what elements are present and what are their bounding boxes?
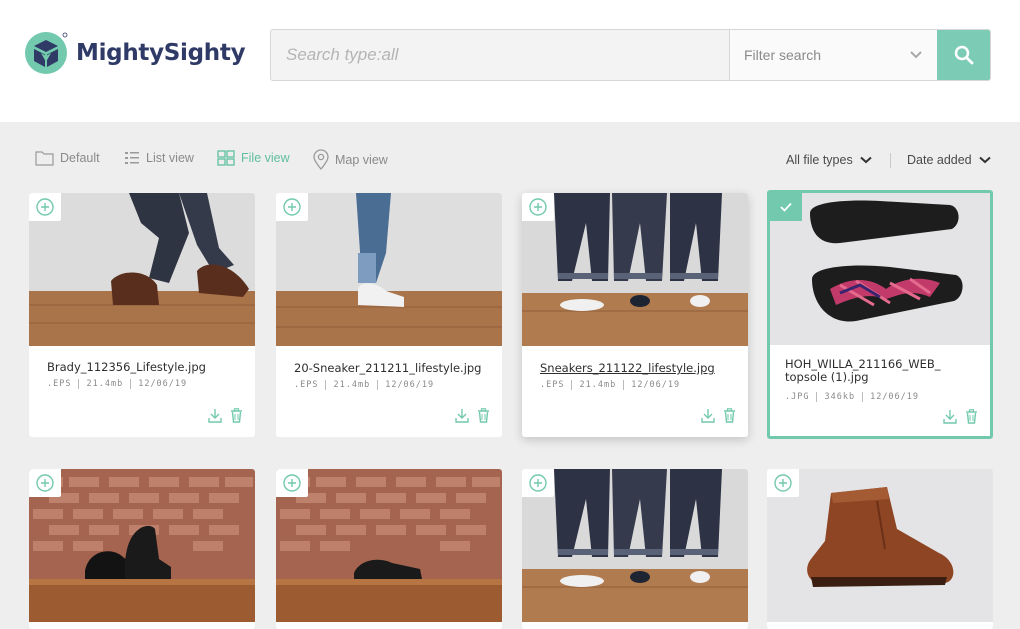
file-size: 21.4mb xyxy=(579,380,617,390)
file-card[interactable] xyxy=(767,469,993,629)
file-thumbnail[interactable] xyxy=(29,193,255,346)
search-button[interactable] xyxy=(937,30,990,80)
toolbar-divider xyxy=(890,153,891,168)
plus-circle-icon xyxy=(36,474,54,492)
add-to-selection-button[interactable] xyxy=(29,469,61,497)
trash-icon[interactable] xyxy=(230,408,243,423)
add-to-selection-button[interactable] xyxy=(522,193,554,221)
file-type: .EPS xyxy=(47,379,72,389)
file-type-filter[interactable]: All file types xyxy=(786,153,872,167)
file-name: HOH_WILLA_211166_WEB_ topsole (1).jpg xyxy=(785,357,941,384)
plus-circle-icon xyxy=(774,474,792,492)
download-icon[interactable] xyxy=(701,408,715,423)
checkmark-icon xyxy=(780,202,792,212)
view-list-label: List view xyxy=(146,151,194,165)
sort-dropdown[interactable]: Date added xyxy=(907,153,991,167)
add-to-selection-button[interactable] xyxy=(29,193,61,221)
selected-check-button[interactable] xyxy=(770,193,802,221)
file-card[interactable] xyxy=(522,469,748,629)
file-date: 12/06/19 xyxy=(385,380,435,390)
view-toolbar: Default List view File view Map view All… xyxy=(0,122,1020,190)
file-date: 12/06/19 xyxy=(631,380,681,390)
file-thumbnail[interactable] xyxy=(29,469,255,622)
view-list[interactable]: List view xyxy=(124,150,194,166)
file-thumbnail[interactable] xyxy=(770,193,990,345)
view-map-label: Map view xyxy=(335,152,388,167)
plus-circle-icon xyxy=(529,474,547,492)
file-size: 21.4mb xyxy=(333,380,371,390)
file-size: 346kb xyxy=(824,392,856,402)
plus-circle-icon xyxy=(283,198,301,216)
add-to-selection-button[interactable] xyxy=(276,469,308,497)
filter-search-dropdown[interactable]: Filter search xyxy=(729,30,937,80)
plus-circle-icon xyxy=(36,198,54,216)
file-type-filter-label: All file types xyxy=(786,153,853,167)
trash-icon[interactable] xyxy=(723,408,736,423)
file-card[interactable] xyxy=(29,469,255,629)
view-default[interactable]: Default xyxy=(35,150,100,166)
file-thumbnail[interactable] xyxy=(276,469,502,622)
file-thumbnail[interactable] xyxy=(522,193,748,346)
file-type: .EPS xyxy=(540,380,565,390)
file-meta: .JPG 346kb 12/06/19 xyxy=(785,392,919,402)
trash-icon[interactable] xyxy=(477,408,490,423)
file-meta: .EPS 21.4mb 12/06/19 xyxy=(540,380,680,390)
brand-name: MightySighty xyxy=(76,40,246,66)
trash-icon[interactable] xyxy=(965,409,978,424)
plus-circle-icon xyxy=(529,198,547,216)
chevron-down-icon xyxy=(860,156,872,164)
file-type: .JPG xyxy=(785,392,810,402)
search-icon xyxy=(954,45,973,65)
list-icon xyxy=(125,152,139,164)
view-file-label: File view xyxy=(241,151,290,165)
folder-icon xyxy=(35,151,54,166)
brand-logo[interactable]: MightySighty xyxy=(24,31,246,75)
sort-label: Date added xyxy=(907,153,972,167)
file-name: Brady_112356_Lifestyle.jpg xyxy=(47,360,206,374)
file-card[interactable]: Brady_112356_Lifestyle.jpg .EPS 21.4mb 1… xyxy=(29,193,255,437)
filter-search-label: Filter search xyxy=(744,47,822,63)
chevron-down-icon xyxy=(978,156,991,164)
add-to-selection-button[interactable] xyxy=(767,469,799,497)
search-bar: Filter search xyxy=(270,29,991,81)
file-card[interactable] xyxy=(276,469,502,629)
file-card[interactable]: Sneakers_211122_lifestyle.jpg .EPS 21.4m… xyxy=(522,193,748,437)
chevron-down-icon xyxy=(910,51,922,59)
file-meta: .EPS 21.4mb 12/06/19 xyxy=(294,380,434,390)
file-actions xyxy=(701,408,736,423)
file-name: 20-Sneaker_211211_lifestyle.jpg xyxy=(294,361,482,375)
view-map[interactable]: Map view xyxy=(313,149,388,170)
file-actions xyxy=(943,409,978,424)
file-thumbnail[interactable] xyxy=(276,193,502,346)
file-actions xyxy=(208,408,243,423)
app-header: MightySighty Filter search xyxy=(0,0,1020,122)
file-thumbnail[interactable] xyxy=(522,469,748,622)
add-to-selection-button[interactable] xyxy=(522,469,554,497)
file-thumbnail[interactable] xyxy=(767,469,993,622)
file-name[interactable]: Sneakers_211122_lifestyle.jpg xyxy=(540,362,730,375)
map-pin-icon xyxy=(313,149,329,170)
file-card[interactable]: 20-Sneaker_211211_lifestyle.jpg .EPS 21.… xyxy=(276,193,502,437)
file-meta: .EPS 21.4mb 12/06/19 xyxy=(47,379,187,389)
download-icon[interactable] xyxy=(943,409,957,424)
file-date: 12/06/19 xyxy=(138,379,188,389)
file-browser: Default List view File view Map view All… xyxy=(0,122,1020,629)
view-file[interactable]: File view xyxy=(217,150,290,166)
plus-circle-icon xyxy=(283,474,301,492)
file-date: 12/06/19 xyxy=(870,392,920,402)
download-icon[interactable] xyxy=(208,408,222,423)
grid-icon xyxy=(217,150,235,166)
file-card-selected[interactable]: HOH_WILLA_211166_WEB_ topsole (1).jpg .J… xyxy=(767,190,993,439)
add-to-selection-button[interactable] xyxy=(276,193,308,221)
view-default-label: Default xyxy=(60,151,100,165)
search-input[interactable] xyxy=(271,30,729,80)
file-actions xyxy=(455,408,490,423)
file-type: .EPS xyxy=(294,380,319,390)
download-icon[interactable] xyxy=(455,408,469,423)
logo-box-icon xyxy=(24,31,68,75)
file-size: 21.4mb xyxy=(86,379,124,389)
